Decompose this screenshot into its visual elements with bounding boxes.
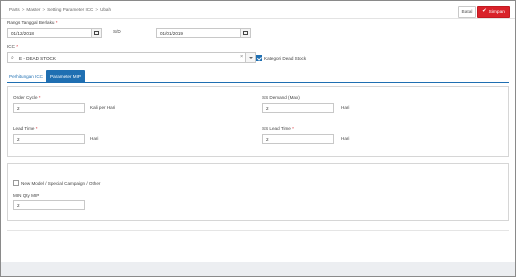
- header-divider: [1, 18, 515, 19]
- icc-select-value: E - DEAD STOCK: [19, 55, 56, 61]
- icc-dropdown-toggle[interactable]: [245, 52, 256, 63]
- date-from-input[interactable]: 01/12/2018: [7, 28, 92, 38]
- cancel-button-label: Batal: [461, 9, 473, 15]
- dead-stock-checkbox[interactable]: [256, 55, 262, 61]
- icc-label: ICC *: [7, 44, 18, 49]
- icc-select[interactable]: ⌕ E - DEAD STOCK ×: [7, 52, 256, 63]
- ss-demand-input[interactable]: 2: [262, 103, 334, 113]
- lead-time-unit: Hari: [90, 136, 99, 141]
- search-icon: ⌕: [11, 54, 14, 61]
- order-cycle-unit: Kali per Hari: [90, 105, 116, 110]
- parameter-panel: [7, 86, 509, 157]
- breadcrumb-item-current: Ubah: [100, 7, 112, 12]
- tab-parameter-mip[interactable]: Parameter MIP: [46, 70, 85, 82]
- breadcrumb-separator: >: [21, 7, 25, 12]
- ss-demand-unit: Hari: [341, 105, 350, 110]
- tab-underline: [7, 82, 509, 83]
- breadcrumb: Parts > Master > Setting Parameter ICC > Ubah: [9, 7, 111, 12]
- breadcrumb-item-setting[interactable]: Setting Parameter ICC: [47, 7, 93, 12]
- content-divider: [7, 230, 509, 231]
- clear-icon[interactable]: ×: [240, 54, 243, 61]
- cancel-button[interactable]: Batal: [458, 6, 476, 18]
- date-to-calendar-button[interactable]: [240, 28, 251, 38]
- order-cycle-input[interactable]: 2: [13, 103, 85, 113]
- lead-time-input[interactable]: 2: [13, 134, 85, 144]
- date-to-input[interactable]: 01/01/2019: [156, 28, 241, 38]
- calendar-icon: [243, 30, 248, 36]
- order-cycle-label: Order Cycle *: [13, 95, 41, 100]
- date-to-label: S/D: [113, 29, 121, 34]
- new-model-label: New Model / Special Campaign / Other: [21, 181, 101, 186]
- date-range-label: Rangs Tanggal Berlaku *: [7, 20, 58, 25]
- min-qty-label: MIN Qty MIP: [13, 193, 40, 198]
- ss-lead-time-input[interactable]: 2: [262, 134, 334, 144]
- ss-lead-time-label: SS Lead Time *: [262, 126, 294, 131]
- breadcrumb-separator: >: [42, 7, 46, 12]
- lead-time-label: Lead Time *: [13, 126, 38, 131]
- chevron-down-icon: [248, 56, 253, 59]
- check-icon: ✔: [482, 8, 487, 15]
- date-from-calendar-button[interactable]: [91, 28, 102, 38]
- breadcrumb-separator: >: [95, 7, 99, 12]
- dead-stock-label: Kategori Dead Stock: [264, 56, 307, 61]
- breadcrumb-item-master[interactable]: Master: [26, 7, 40, 12]
- min-qty-input[interactable]: 2: [13, 200, 85, 210]
- new-model-checkbox[interactable]: [13, 180, 19, 186]
- ss-demand-label: SS Demand (Max): [262, 95, 300, 100]
- tab-perhitungan-icc[interactable]: Perhitungan ICC: [7, 70, 45, 82]
- special-panel: [7, 163, 509, 221]
- footer-bar: [1, 262, 515, 276]
- calendar-icon: [94, 30, 99, 36]
- save-button-label: Simpan: [488, 9, 505, 15]
- ss-lead-time-unit: Hari: [341, 136, 350, 141]
- breadcrumb-item-parts[interactable]: Parts: [9, 7, 20, 12]
- save-button[interactable]: ✔ Simpan: [477, 6, 510, 18]
